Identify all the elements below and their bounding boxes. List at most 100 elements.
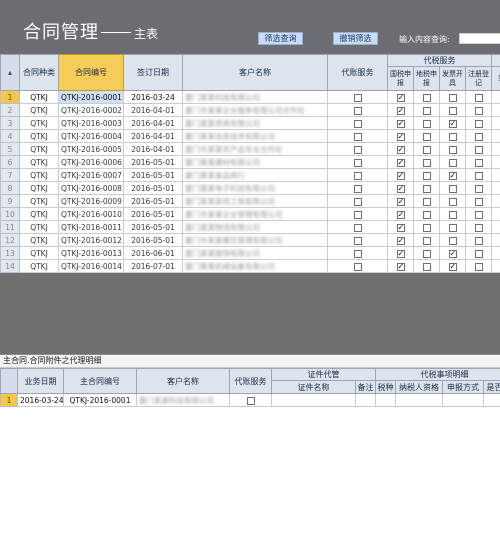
checkbox[interactable] [422, 210, 431, 219]
table-row[interactable]: 2 QTKJ QTKJ-2016-0002 2016-04-01 厦门市某某企业服务有限… [0, 103, 500, 117]
cell-contract-code[interactable]: QTKJ-2016-0002 [58, 103, 124, 117]
checkbox-cell[interactable] [465, 90, 492, 104]
checkbox[interactable] [474, 210, 483, 219]
cell-contract-code[interactable]: QTKJ-2016-0014 [58, 259, 124, 273]
checkbox[interactable] [422, 262, 431, 271]
master-grid-area[interactable]: ▴ 合同种类 合同编号 签订日期 客户名称 代账服务 代税服务 工 国税申报 地… [0, 54, 500, 354]
checkbox[interactable] [474, 145, 483, 154]
checkbox-cell[interactable] [465, 142, 492, 156]
col-agency-service[interactable]: 代账服务 [327, 54, 388, 91]
cell-contract-type[interactable]: QTKJ [19, 168, 59, 182]
search-input[interactable] [459, 33, 500, 44]
table-row[interactable]: 13 QTKJ QTKJ-2016-0013 2016-06-01 厦门某某服饰有限公司… [0, 246, 500, 260]
cell-sign-date[interactable]: 2016-04-01 [123, 129, 183, 143]
col-contract-type[interactable]: 合同种类 [19, 54, 59, 91]
checkbox-cell[interactable] [439, 207, 466, 221]
checkbox[interactable] [422, 184, 431, 193]
checkbox[interactable] [474, 158, 483, 167]
checkbox-cell[interactable]: ✓ [387, 90, 414, 104]
checkbox[interactable]: ✓ [448, 262, 457, 271]
col-contract-code[interactable]: 合同编号 [58, 54, 124, 91]
table-row[interactable]: 10 QTKJ QTKJ-2016-0010 2016-05-01 厦门市某某企业管理有… [0, 207, 500, 221]
cell-customer-name[interactable]: 厦门市某某农产品专业合作社 [182, 142, 328, 156]
col-sign-date[interactable]: 签订日期 [123, 54, 183, 91]
checkbox[interactable] [474, 184, 483, 193]
checkbox-cell[interactable] [413, 103, 440, 117]
checkbox-cell[interactable] [491, 129, 500, 143]
cell-customer-name[interactable]: 厦门某某装饰工程有限公司 [182, 194, 328, 208]
checkbox[interactable]: ✓ [396, 119, 405, 128]
checkbox-cell[interactable]: ✓ [387, 220, 414, 234]
cell-customer-name[interactable]: 厦门某某科技有限公司 [182, 90, 328, 104]
checkbox[interactable] [422, 197, 431, 206]
checkbox[interactable] [448, 106, 457, 115]
checkbox[interactable]: ✓ [396, 93, 405, 102]
checkbox[interactable]: ✓ [448, 171, 457, 180]
cell-customer-name[interactable]: 厦门某某信息技术有限公司 [182, 129, 328, 143]
cell-detail-customer[interactable]: 厦门某某科技有限公司 [136, 393, 230, 407]
checkbox-cell[interactable] [439, 155, 466, 169]
checkbox-cell[interactable] [413, 220, 440, 234]
checkbox-cell[interactable] [465, 116, 492, 130]
cell-contract-type[interactable]: QTKJ [19, 129, 59, 143]
cell-sign-date[interactable]: 2016-04-01 [123, 142, 183, 156]
checkbox-cell[interactable] [327, 246, 388, 260]
checkbox[interactable] [353, 236, 362, 245]
table-row[interactable]: 7 QTKJ QTKJ-2016-0007 2016-05-01 厦门某某食品商行 ✓ ✓ [0, 168, 500, 182]
checkbox[interactable] [353, 158, 362, 167]
cell-contract-code[interactable]: QTKJ-2016-0008 [58, 181, 124, 195]
cell-contract-type[interactable]: QTKJ [19, 181, 59, 195]
checkbox-cell[interactable] [327, 103, 388, 117]
row-number[interactable]: 13 [0, 246, 20, 260]
empty-cell[interactable] [355, 393, 376, 407]
cell-sign-date[interactable]: 2016-07-01 [123, 259, 183, 273]
checkbox[interactable] [474, 249, 483, 258]
checkbox-cell[interactable] [327, 181, 388, 195]
checkbox-cell[interactable] [465, 181, 492, 195]
row-number[interactable]: 5 [0, 142, 20, 156]
checkbox-cell[interactable] [465, 259, 492, 273]
row-number[interactable]: 7 [0, 168, 20, 182]
checkbox-cell[interactable] [439, 142, 466, 156]
checkbox-cell[interactable] [491, 220, 500, 234]
checkbox-cell[interactable] [413, 168, 440, 182]
checkbox-cell[interactable] [327, 155, 388, 169]
cell-contract-code[interactable]: QTKJ-2016-0006 [58, 155, 124, 169]
row-number[interactable]: 4 [0, 129, 20, 143]
checkbox-cell[interactable] [413, 246, 440, 260]
cell-contract-type[interactable]: QTKJ [19, 155, 59, 169]
cell-sign-date[interactable]: 2016-05-01 [123, 168, 183, 182]
checkbox[interactable]: ✓ [396, 236, 405, 245]
row-number[interactable]: 2 [0, 103, 20, 117]
checkbox-cell[interactable] [413, 233, 440, 247]
checkbox-cell[interactable] [465, 207, 492, 221]
cell-sign-date[interactable]: 2016-05-01 [123, 233, 183, 247]
cell-customer-name[interactable]: 厦门某某服饰有限公司 [182, 246, 328, 260]
checkbox[interactable] [474, 197, 483, 206]
row-number[interactable]: 10 [0, 207, 20, 221]
checkbox-cell[interactable] [491, 168, 500, 182]
checkbox-cell[interactable] [413, 181, 440, 195]
row-number[interactable]: 9 [0, 194, 20, 208]
checkbox-cell[interactable] [229, 393, 272, 407]
checkbox[interactable]: ✓ [396, 184, 405, 193]
cell-contract-code[interactable]: QTKJ-2016-0009 [58, 194, 124, 208]
checkbox-cell[interactable]: ✓ [387, 259, 414, 273]
checkbox-cell[interactable] [491, 142, 500, 156]
checkbox-cell[interactable] [327, 168, 388, 182]
col-master-code[interactable]: 主合同编号 [63, 368, 137, 394]
cell-contract-type[interactable]: QTKJ [19, 194, 59, 208]
checkbox[interactable] [448, 236, 457, 245]
checkbox[interactable] [474, 171, 483, 180]
checkbox[interactable] [353, 106, 362, 115]
checkbox[interactable] [353, 249, 362, 258]
empty-cell[interactable] [375, 393, 396, 407]
checkbox-cell[interactable] [439, 194, 466, 208]
checkbox[interactable] [422, 249, 431, 258]
checkbox[interactable]: ✓ [396, 158, 405, 167]
cell-business-date[interactable]: 2016-03-24 [17, 393, 64, 407]
select-all-corner[interactable]: ▴ [0, 54, 20, 91]
col-zero-filing[interactable]: 是否零 [483, 380, 500, 394]
checkbox[interactable] [353, 262, 362, 271]
checkbox-cell[interactable]: ✓ [439, 246, 466, 260]
